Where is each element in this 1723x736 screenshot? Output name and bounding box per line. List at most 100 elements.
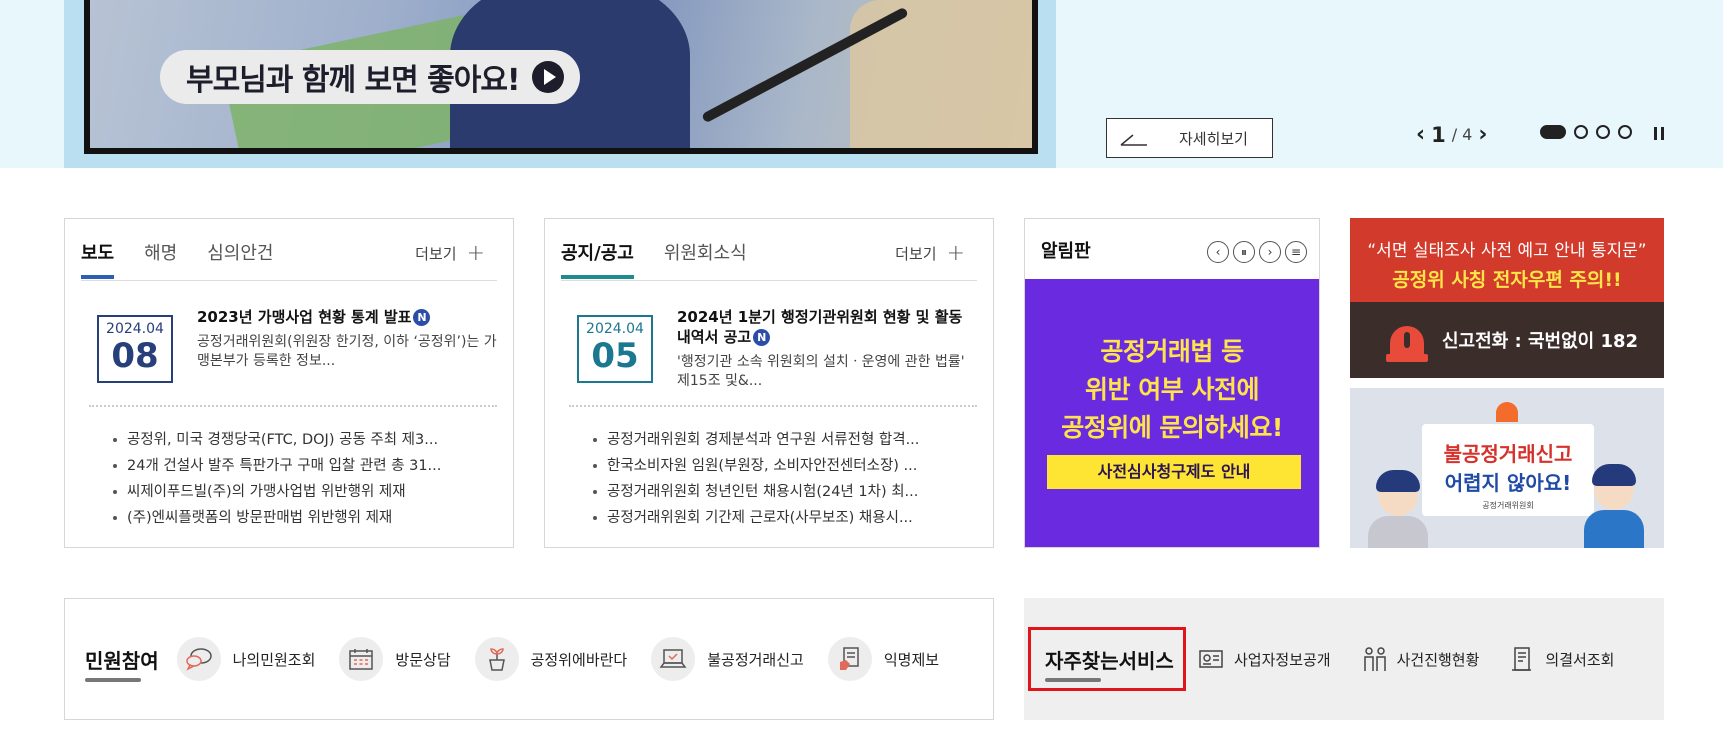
list-item[interactable]: 24개 건설사 발주 특판가구 구매 입찰 관련 총 31... (113, 453, 483, 479)
featured-date: 2024.04 08 (97, 315, 173, 383)
civil-item-label: 나의민원조회 (232, 650, 316, 669)
civil-item-unfair-report[interactable]: 불공정거래신고 (651, 637, 804, 681)
tab-press[interactable]: 보도 (81, 239, 115, 279)
slide-total: / 4 (1451, 125, 1473, 144)
chevron-right-icon[interactable]: › (1259, 241, 1281, 263)
list-item[interactable]: 공정위, 미국 경쟁당국(FTC, DOJ) 공동 주최 제3... (113, 427, 483, 453)
list-item[interactable]: (주)엔씨플랫폼의 방문판매법 위반행위 제재 (113, 505, 483, 531)
notice-panel: 공지/공고 위원회소식 더보기 + 2024.04 05 2024년 1분기 행… (544, 218, 994, 548)
tab-committee-news[interactable]: 위원회소식 (664, 239, 747, 277)
press-more-link[interactable]: 더보기 + (415, 241, 485, 266)
slide-dots (1540, 125, 1632, 139)
more-label: 더보기 (895, 245, 937, 263)
featured-date-day: 05 (591, 336, 639, 376)
ftc-logo: 공정거래위원회 (1482, 501, 1534, 510)
board-banner-headline: 공정거래법 등 위반 여부 사전에 공정위에 문의하세요! (1025, 333, 1319, 447)
list-item[interactable]: 한국소비자원 임원(부원장, 소비자안전센터소장) ... (593, 453, 963, 479)
civil-item-label: 공정위에바란다 (530, 650, 628, 669)
main-banner[interactable]: 부모님과 함께 보면 좋아요! (64, 0, 1056, 168)
new-badge: N (413, 309, 431, 326)
featured-headline-text: 2024년 1분기 행정기관위원회 현황 및 활동 내역서 공고 (677, 308, 963, 346)
calendar-icon (339, 637, 384, 681)
list-item[interactable]: 공정거래위원회 경제분석과 연구원 서류전형 합격... (593, 427, 963, 453)
unfair-trade-report-ad[interactable]: 불공정거래신고 어렵지 않아요! 공정거래위원회 (1350, 388, 1664, 548)
list-item[interactable]: 공정거래위원회 기간제 근로자(사무보조) 채용시... (593, 505, 963, 531)
banner-caption-text: 부모님과 함께 보면 좋아요! (186, 63, 521, 98)
tab-agenda[interactable]: 심의안건 (207, 239, 273, 277)
featured-date-year-month: 2024.04 (106, 321, 164, 337)
list-icon[interactable]: ≡ (1285, 241, 1307, 263)
more-label: 더보기 (415, 245, 457, 263)
board-banner-line: 위반 여부 사전에 (1085, 375, 1259, 404)
plus-icon: + (466, 241, 485, 266)
featured-headline[interactable]: 2024년 1분기 행정기관위원회 현황 및 활동 내역서 공고 N (677, 307, 977, 347)
favorite-services-title[interactable]: 자주찾는서비스 (1045, 645, 1174, 682)
civil-item-anonymous-tip[interactable]: 익명제보 (827, 637, 940, 681)
board-banner-line: 공정위에 문의하세요! (1061, 413, 1283, 442)
notice-board: 알림판 ‹ ⏸ › ≡ 공정거래법 등 위반 여부 사전에 공정위에 문의하세요… (1024, 218, 1320, 548)
fav-item-label: 사업자정보공개 (1234, 650, 1331, 669)
scam-warning-top: “서면 실태조사 사전 예고 안내 통지문” 공정위 사칭 전자우편 주의!! (1350, 218, 1664, 302)
tab-explanation[interactable]: 해명 (144, 239, 177, 277)
featured-date-year-month: 2024.04 (586, 321, 644, 337)
slide-pagination: ‹ 1 / 4 › (1416, 122, 1487, 147)
report-phone: 신고전화 : 국번없이 182 (1442, 331, 1639, 352)
fav-item-decision-lookup[interactable]: 의결서조회 (1509, 645, 1614, 673)
dotted-divider (89, 405, 497, 407)
slide-current: 1 (1431, 122, 1446, 147)
chevron-left-icon[interactable]: ‹ (1207, 241, 1229, 263)
featured-summary[interactable]: '행정기관 소속 위원회의 설치ㆍ운영에 관한 법률' 제15조 및&... (677, 353, 977, 391)
play-icon[interactable] (531, 61, 564, 93)
speech-bubble-icon (176, 637, 221, 681)
detail-view-button[interactable]: 자세히보기 (1106, 118, 1273, 158)
chevron-right-icon[interactable]: › (1478, 122, 1487, 147)
slide-dot[interactable] (1596, 125, 1610, 139)
civil-item-label: 익명제보 (883, 650, 940, 669)
notice-more-link[interactable]: 더보기 + (895, 241, 965, 266)
featured-summary[interactable]: 공정거래위원회(위원장 한기정, 이하 ‘공정위’)는 가맹본부가 등록한 정보… (197, 333, 497, 371)
document-hand-icon (827, 637, 872, 681)
person-illustration (1368, 470, 1428, 548)
civil-item-label: 방문상담 (395, 650, 451, 669)
slide-dot[interactable] (1540, 125, 1566, 139)
board-banner[interactable]: 공정거래법 등 위반 여부 사전에 공정위에 문의하세요! 사전심사청구제도 안… (1025, 279, 1319, 547)
civil-title: 민원참여 (85, 645, 159, 682)
civil-item-my-complaints[interactable]: 나의민원조회 (176, 637, 316, 681)
banner-caption[interactable]: 부모님과 함께 보면 좋아요! (160, 50, 580, 104)
civil-item-visit[interactable]: 방문상담 (339, 637, 451, 681)
scam-warning-ad[interactable]: “서면 실태조사 사전 예고 안내 통지문” 공정위 사칭 전자우편 주의!! … (1350, 218, 1664, 378)
civil-participation-bar: 민원참여 나의민원조회 방문상담 공정위에바란다 불공정거래신고 익명제보 (64, 598, 994, 720)
list-item[interactable]: 공정거래위원회 청년인턴 채용시험(24년 1차) 최... (593, 479, 963, 505)
new-badge: N (753, 329, 771, 346)
press-tabs: 보도 해명 심의안건 (81, 239, 274, 279)
slide-dot[interactable] (1574, 125, 1588, 139)
slide-dot[interactable] (1618, 125, 1632, 139)
board-banner-cta[interactable]: 사전심사청구제도 안내 (1047, 455, 1301, 489)
civil-item-suggestions[interactable]: 공정위에바란다 (474, 637, 628, 681)
tab-notice[interactable]: 공지/공고 (561, 239, 634, 279)
favorite-services-highlight: 자주찾는서비스 (1028, 627, 1186, 691)
id-card-icon (1199, 650, 1223, 668)
report-ad-line1: 불공정거래신고 (1443, 442, 1573, 466)
notice-list: 공정거래위원회 경제분석과 연구원 서류전형 합격... 한국소비자원 임원(부… (593, 427, 963, 531)
featured-headline[interactable]: 2023년 가맹사업 현황 통계 발표 N (197, 307, 497, 327)
fav-item-label: 사건진행현황 (1396, 650, 1480, 669)
featured-date: 2024.04 05 (577, 315, 653, 383)
siren-icon (1496, 402, 1518, 422)
list-item[interactable]: 씨제이푸드빌(주)의 가맹사업법 위반행위 제재 (113, 479, 483, 505)
board-title: 알림판 (1041, 241, 1091, 262)
board-banner-line: 공정거래법 등 (1100, 337, 1244, 366)
chevron-left-icon[interactable]: ‹ (1416, 122, 1425, 147)
fav-item-business-info[interactable]: 사업자정보공개 (1198, 645, 1331, 673)
featured-date-day: 08 (111, 336, 159, 376)
scam-warning-line1: “서면 실태조사 사전 예고 안내 통지문” (1367, 241, 1647, 261)
pause-icon[interactable]: ⏸ (1233, 241, 1255, 263)
favorite-services-bar: 자주찾는서비스 사업자정보공개 사건진행현황 의결서조회 (1024, 598, 1664, 720)
pen-icon (1120, 134, 1147, 146)
plus-icon: + (946, 241, 965, 266)
fav-item-case-progress[interactable]: 사건진행현황 (1361, 645, 1480, 673)
laptop-icon (651, 637, 696, 681)
press-list: 공정위, 미국 경쟁당국(FTC, DOJ) 공동 주최 제3... 24개 건… (113, 427, 483, 531)
document-icon (1512, 647, 1532, 671)
pause-icon[interactable] (1654, 127, 1664, 140)
